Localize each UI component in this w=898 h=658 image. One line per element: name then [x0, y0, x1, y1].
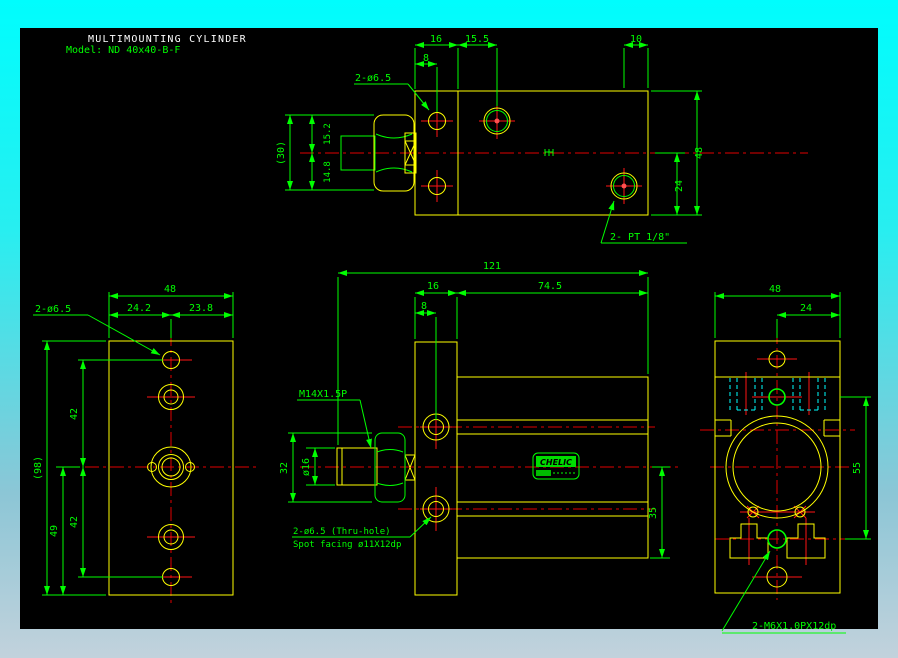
dim-30: (30)	[276, 141, 287, 165]
dim-48: 48	[164, 284, 176, 295]
drawing-model: Model: ND 40x40-B-F	[66, 45, 180, 56]
label-thru-hole: 2-ø6.5 (Thru-hole)	[293, 527, 391, 537]
dim-24: 24	[800, 303, 812, 314]
dim-48: 48	[694, 147, 705, 159]
dim-15-5: 15.5	[465, 34, 489, 45]
dim-10: 10	[630, 34, 642, 45]
label-thread: M14X1.5P	[299, 389, 347, 400]
label-spot-facing: Spot facing ø11X12dp	[293, 540, 401, 550]
dim-23-8: 23.8	[189, 303, 213, 314]
label-tapped-holes: 2-M6X1.0PX12dp	[752, 621, 836, 632]
dim-42-upper: 42	[69, 408, 80, 420]
dim-15-2: 15.2	[323, 123, 333, 145]
dim-14-8: 14.8	[323, 161, 333, 183]
dim-48: 48	[769, 284, 781, 295]
label-holes: 2-ø6.5	[355, 73, 391, 84]
dim-42-lower: 42	[69, 516, 80, 528]
dim-24: 24	[674, 180, 685, 192]
dim-8: 8	[421, 301, 427, 312]
cad-drawing-page: MULTIMOUNTING CYLINDER Model: ND 40x40-B…	[0, 0, 898, 658]
logo-text: CHELIC	[540, 458, 572, 467]
dim-24-2: 24.2	[127, 303, 151, 314]
dim-16: 16	[427, 281, 439, 292]
label-ports: 2- PT 1/8"	[610, 232, 670, 243]
dim-55: 55	[852, 462, 863, 474]
dim-35: 35	[648, 507, 659, 519]
drawing-canvas: MULTIMOUNTING CYLINDER Model: ND 40x40-B…	[20, 28, 878, 634]
drawing-title: MULTIMOUNTING CYLINDER	[88, 34, 247, 45]
dim-98: (98)	[33, 456, 44, 480]
dim-121: 121	[483, 261, 501, 272]
dim-74-5: 74.5	[538, 281, 562, 292]
dim-32: 32	[279, 462, 290, 474]
dim-8: 8	[423, 53, 429, 64]
dim-49: 49	[49, 525, 60, 537]
label-holes: 2-ø6.5	[35, 304, 71, 315]
dim-16: 16	[430, 34, 442, 45]
dim-rod-dia: ø16	[301, 458, 312, 476]
